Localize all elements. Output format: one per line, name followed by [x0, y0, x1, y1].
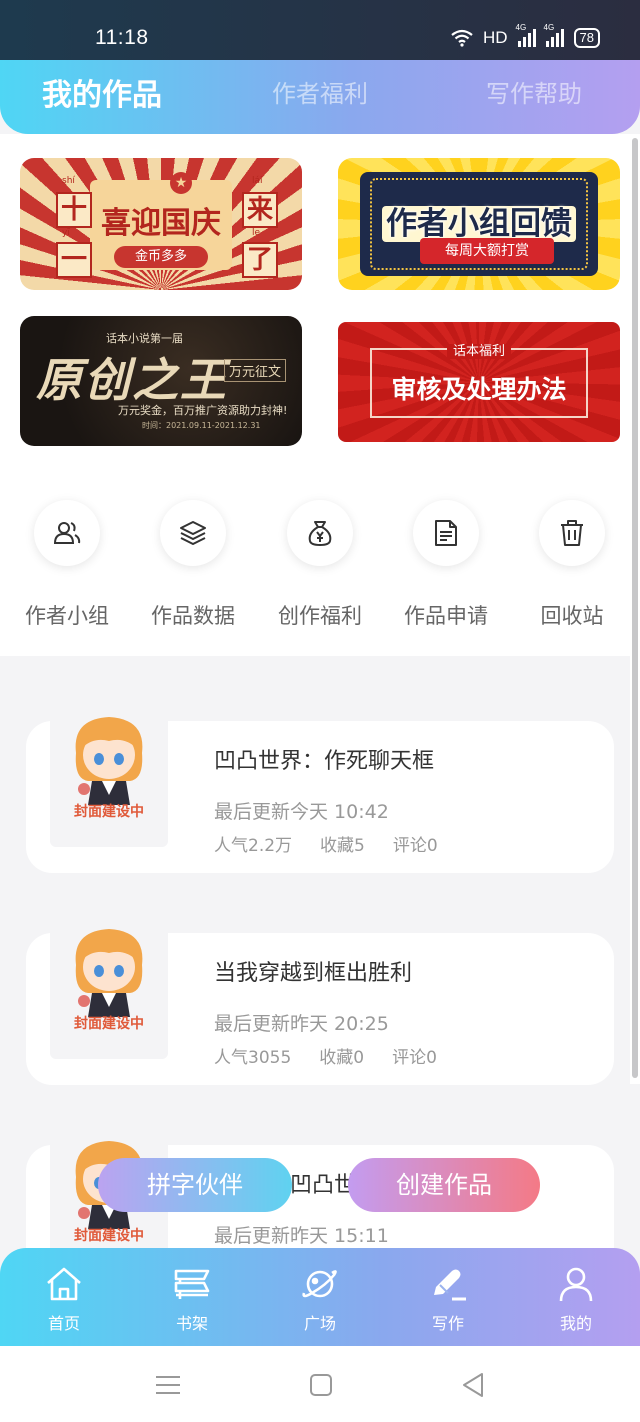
nav-label: 广场 — [303, 1314, 336, 1333]
quick-label: 回收站 — [540, 604, 604, 628]
banner-national-day[interactable]: ★ 十 一 来 了 shí yī lái le 喜迎国庆 金币多多 — [20, 158, 302, 290]
nav-home[interactable]: 首页 — [24, 1264, 104, 1334]
cover-placeholder-text: 封面建设中 — [74, 1016, 144, 1032]
nav-label: 首页 — [47, 1314, 80, 1333]
nav-mine[interactable]: 我的 — [536, 1264, 616, 1334]
work-favorites: 收藏5 — [320, 836, 365, 856]
tab-writing-help[interactable]: 写作帮助 — [486, 74, 582, 109]
scrollbar[interactable] — [630, 134, 640, 1084]
quick-recycle-bin[interactable]: 回收站 — [522, 500, 622, 630]
work-cover: 封面建设中 — [50, 901, 168, 1059]
quick-author-group[interactable]: 作者小组 — [17, 500, 117, 630]
star-emblem-icon: ★ — [170, 172, 192, 194]
pen-icon — [434, 1269, 466, 1301]
chibi-avatar-icon — [75, 717, 143, 805]
banner-desc: 万元奖金，百万推广资源助力封神! — [118, 404, 288, 417]
banner-char-box: 一 — [56, 242, 92, 278]
quick-label: 作品申请 — [404, 604, 488, 628]
work-card[interactable]: 封面建设中 凹凸世界：作死聊天框 最后更新今天 10:42 人气2.2万 收藏5… — [26, 689, 614, 873]
banner-subtitle: 金币多多 — [114, 246, 208, 268]
signal-icon: 4G — [544, 23, 564, 47]
author-group-icon — [34, 500, 100, 566]
banner-review-policy[interactable]: 话本福利 审核及处理办法 — [338, 322, 620, 442]
work-comments: 评论0 — [392, 836, 438, 856]
partner-button[interactable]: 拼字伙伴 — [98, 1158, 292, 1212]
nav-label: 写作 — [431, 1314, 464, 1333]
home-square-icon[interactable] — [306, 1370, 336, 1400]
work-updated: 最后更新昨天 15:11 — [214, 1225, 389, 1247]
work-favorites: 收藏0 — [319, 1048, 365, 1068]
tab-my-works[interactable]: 我的作品 — [42, 70, 162, 114]
nav-write[interactable]: 写作 — [408, 1264, 488, 1334]
cover-placeholder-text: 封面建设中 — [74, 1228, 144, 1244]
work-title: 当我穿越到框出胜利 — [214, 961, 413, 986]
banner-kicker: 话本福利 — [338, 340, 620, 359]
document-icon — [413, 500, 479, 566]
work-cover: 封面建设中 — [50, 689, 168, 847]
work-popularity: 人气2.2万 — [214, 836, 293, 856]
planet-icon — [302, 1270, 337, 1298]
pinyin-label: shí — [62, 176, 75, 186]
bookshelf-icon — [174, 1269, 210, 1299]
wifi-icon — [451, 29, 473, 47]
quick-work-data[interactable]: 作品数据 — [143, 500, 243, 630]
quick-label: 创作福利 — [278, 604, 362, 628]
quick-label: 作者小组 — [25, 604, 109, 628]
banner-title: 原创之王 — [36, 353, 228, 407]
work-stats: 人气2.2万 收藏5 评论0 — [214, 831, 438, 856]
quick-work-application[interactable]: 作品申请 — [396, 500, 496, 630]
banner-author-group[interactable]: 作者小组回馈 每周大额打赏 — [338, 158, 620, 290]
pinyin-label: lái — [252, 176, 263, 186]
banner-title-text: 作者小组回馈 — [382, 206, 576, 242]
quick-creation-benefits[interactable]: 创作福利 — [270, 500, 370, 630]
menu-icon[interactable] — [153, 1370, 183, 1400]
status-bar: 11:18 HD 4G 4G 78 — [0, 0, 640, 68]
nav-label: 我的 — [559, 1314, 592, 1333]
tab-author-benefits[interactable]: 作者福利 — [272, 74, 368, 109]
top-tab-bar: 我的作品 作者福利 写作帮助 — [0, 60, 640, 134]
banner-tag: 万元征文 — [224, 359, 287, 382]
cover-placeholder-text: 封面建设中 — [74, 804, 144, 820]
banner-kicker-text: 话本福利 — [446, 344, 511, 359]
status-icons: HD 4G 4G 78 — [451, 23, 600, 48]
work-stats: 人气3055 收藏0 评论0 — [214, 1043, 437, 1068]
money-bag-icon — [287, 500, 353, 566]
battery-icon: 78 — [573, 28, 600, 48]
network-label: HD — [482, 28, 508, 47]
banner-time: 时间：2021.09.11-2021.12.31 — [142, 421, 261, 430]
bottom-nav: 首页 书架 广场 写作 我的 — [0, 1248, 640, 1346]
banner-title: 喜迎国庆 — [101, 206, 221, 241]
work-card[interactable]: 封面建设中 当我穿越到框出胜利 最后更新昨天 20:25 人气3055 收藏0 … — [26, 901, 614, 1085]
banner-char-box: 了 — [242, 242, 278, 278]
work-updated: 最后更新昨天 20:25 — [214, 1013, 389, 1035]
scrollbar-thumb[interactable] — [632, 138, 638, 1078]
signal-label-1: 4G — [515, 23, 527, 32]
home-icon — [47, 1267, 81, 1301]
work-comments: 评论0 — [392, 1048, 437, 1068]
status-time: 11:18 — [95, 26, 149, 49]
chibi-avatar-icon — [75, 929, 143, 1017]
signal-label-2: 4G — [543, 23, 555, 32]
nav-label: 书架 — [175, 1314, 208, 1333]
work-updated: 最后更新今天 10:42 — [214, 801, 389, 823]
layers-icon — [160, 500, 226, 566]
system-nav-bar — [0, 1346, 640, 1422]
banner-subtitle: 每周大额打赏 — [420, 238, 554, 264]
nav-bookshelf[interactable]: 书架 — [152, 1264, 232, 1334]
signal-icon: 4G — [516, 23, 536, 47]
trash-icon — [539, 500, 605, 566]
quick-label: 作品数据 — [151, 604, 235, 628]
banner-title: 审核及处理办法 — [391, 375, 567, 404]
banner-original-king[interactable]: 话本小说第一届 原创之王 万元征文 万元奖金，百万推广资源助力封神! 时间：20… — [20, 316, 302, 446]
create-work-button[interactable]: 创建作品 — [348, 1158, 540, 1212]
back-icon[interactable] — [458, 1370, 488, 1400]
work-title: 凹凸世界：作死聊天框 — [214, 749, 435, 774]
nav-plaza[interactable]: 广场 — [280, 1264, 360, 1334]
work-popularity: 人气3055 — [214, 1048, 292, 1068]
user-icon — [559, 1267, 593, 1302]
banner-title: 作者小组回馈 — [338, 198, 620, 243]
